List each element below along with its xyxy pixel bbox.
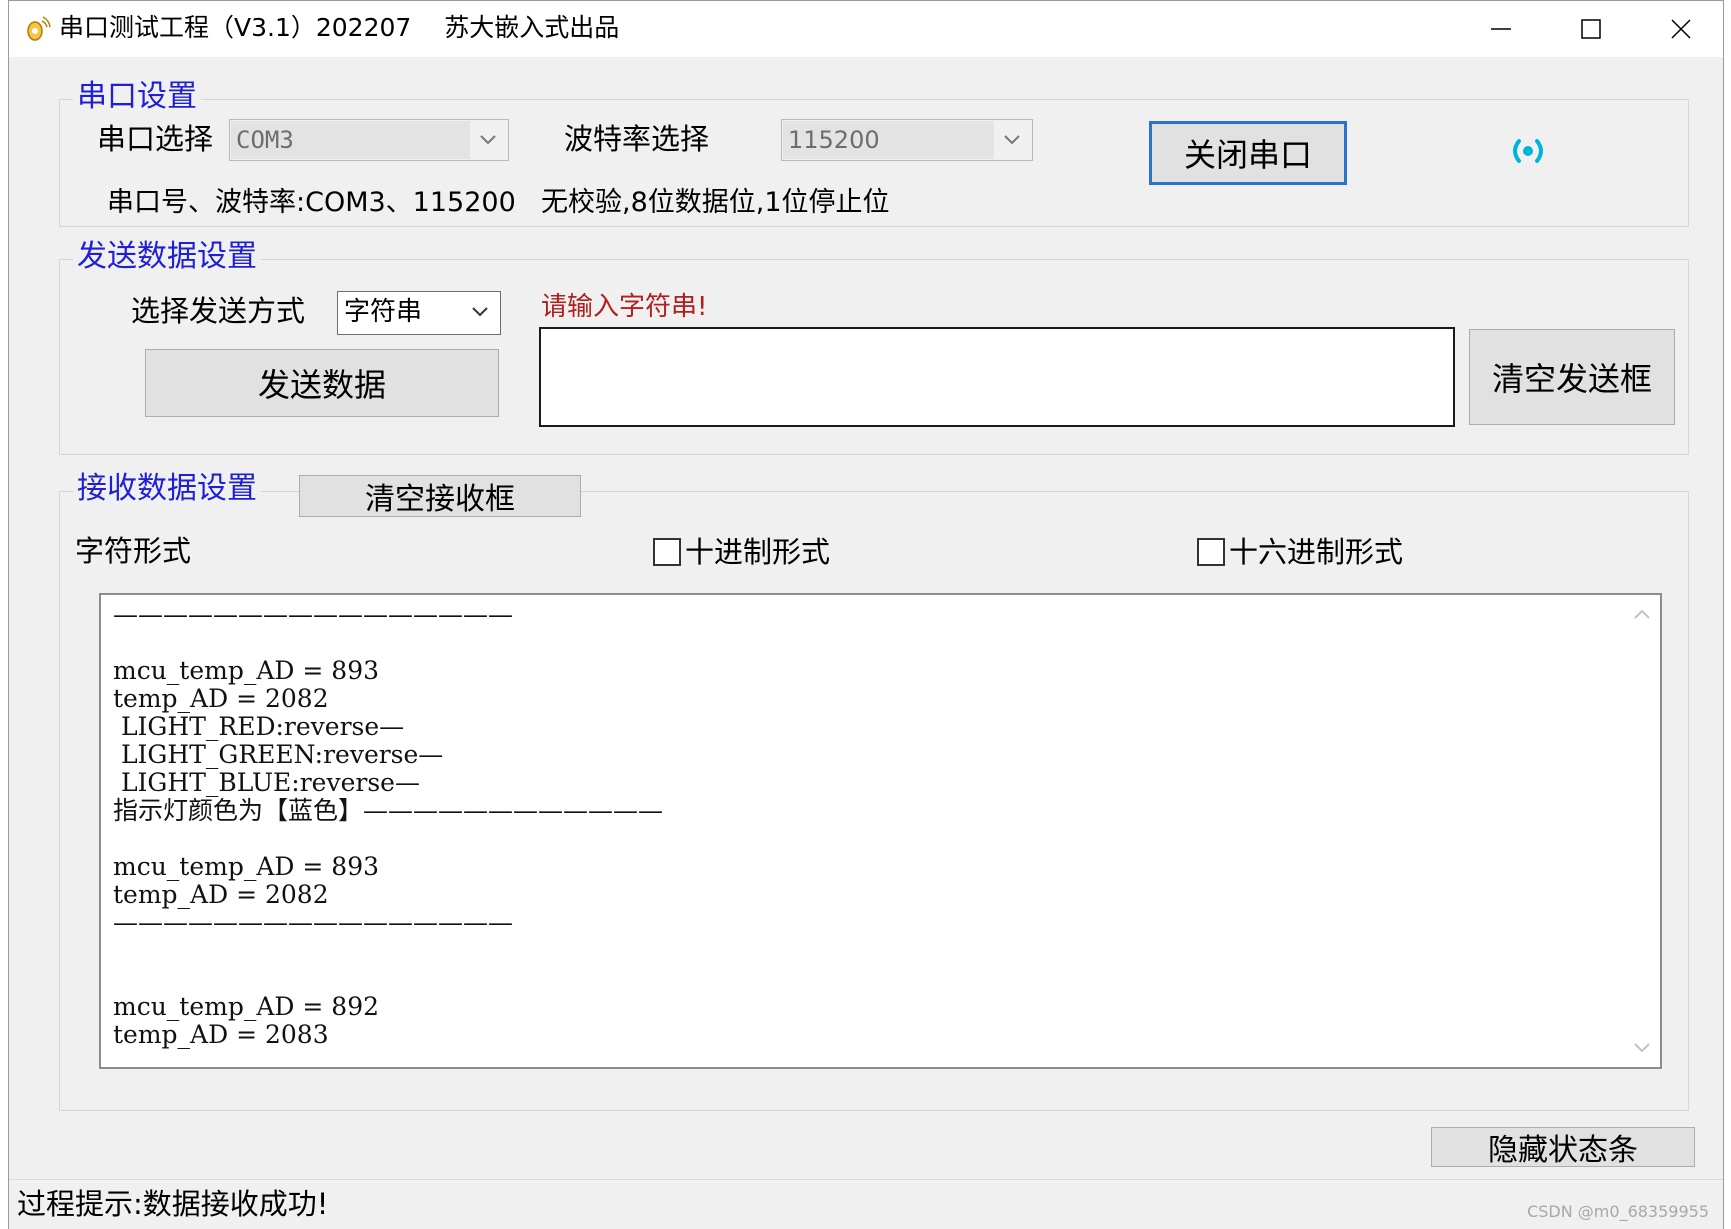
clear-receive-button[interactable]: 清空接收框 bbox=[299, 475, 581, 517]
hex-checkbox-label: 十六进制形式 bbox=[1229, 535, 1404, 569]
chevron-down-icon bbox=[480, 135, 496, 145]
port-label: 串口选择 bbox=[97, 122, 214, 156]
receive-log: ———————————————— mcu_temp_AD = 893 temp_… bbox=[113, 600, 664, 1049]
main-window: 串口测试工程（V3.1）202207 苏大嵌入式出品 串口设置 串口选择 COM… bbox=[8, 0, 1724, 1229]
decimal-checkbox-label: 十进制形式 bbox=[685, 535, 831, 569]
minimize-icon bbox=[1491, 28, 1511, 30]
port-select-value: COM3 bbox=[236, 126, 294, 154]
scroll-up-icon[interactable] bbox=[1632, 607, 1652, 621]
hex-checkbox-box[interactable] bbox=[1197, 538, 1225, 566]
chevron-down-icon bbox=[1004, 135, 1020, 145]
chevron-down-icon bbox=[472, 307, 488, 317]
port-select[interactable]: COM3 bbox=[229, 119, 509, 161]
serial-settings-legend: 串口设置 bbox=[73, 79, 201, 115]
decimal-checkbox-box[interactable] bbox=[653, 538, 681, 566]
minimize-button[interactable] bbox=[1457, 1, 1545, 57]
send-data-button[interactable]: 发送数据 bbox=[145, 349, 499, 417]
port-info-text: 串口号、波特率:COM3、115200 bbox=[107, 187, 516, 218]
status-text: 过程提示:数据接收成功! bbox=[17, 1187, 329, 1221]
receive-textarea[interactable]: ———————————————— mcu_temp_AD = 893 temp_… bbox=[99, 593, 1662, 1069]
scroll-down-icon[interactable] bbox=[1632, 1041, 1652, 1055]
watermark: CSDN @m0_68359955 bbox=[1527, 1202, 1709, 1221]
char-format-label: 字符形式 bbox=[75, 534, 192, 568]
close-button[interactable] bbox=[1637, 1, 1725, 57]
receive-settings-legend: 接收数据设置 bbox=[73, 471, 261, 507]
title-bar: 串口测试工程（V3.1）202207 苏大嵌入式出品 bbox=[9, 1, 1723, 57]
window-title: 串口测试工程（V3.1）202207 苏大嵌入式出品 bbox=[59, 13, 620, 42]
close-icon bbox=[1671, 19, 1691, 39]
send-mode-value: 字符串 bbox=[344, 297, 423, 327]
clear-send-button[interactable]: 清空发送框 bbox=[1469, 329, 1675, 425]
maximize-icon bbox=[1581, 19, 1601, 39]
broadcast-icon bbox=[1503, 131, 1553, 171]
send-mode-label: 选择发送方式 bbox=[131, 294, 306, 328]
send-input[interactable] bbox=[539, 327, 1455, 427]
baud-select-value: 115200 bbox=[788, 126, 880, 154]
format-info-text: 无校验,8位数据位,1位停止位 bbox=[541, 187, 890, 218]
baud-select[interactable]: 115200 bbox=[781, 119, 1033, 161]
maximize-button[interactable] bbox=[1547, 1, 1635, 57]
vertical-scrollbar[interactable] bbox=[1624, 595, 1660, 1067]
decimal-checkbox[interactable]: 十进制形式 bbox=[653, 535, 830, 569]
hex-checkbox[interactable]: 十六进制形式 bbox=[1197, 535, 1403, 569]
baud-label: 波特率选择 bbox=[564, 122, 710, 156]
close-port-button[interactable]: 关闭串口 bbox=[1149, 121, 1347, 185]
send-prompt: 请输入字符串! bbox=[541, 292, 708, 322]
status-bar: 过程提示:数据接收成功! CSDN @m0_68359955 bbox=[9, 1179, 1723, 1229]
send-settings-legend: 发送数据设置 bbox=[73, 239, 261, 275]
send-mode-select[interactable]: 字符串 bbox=[337, 291, 501, 335]
app-icon bbox=[23, 15, 51, 43]
hide-status-button[interactable]: 隐藏状态条 bbox=[1431, 1127, 1695, 1168]
